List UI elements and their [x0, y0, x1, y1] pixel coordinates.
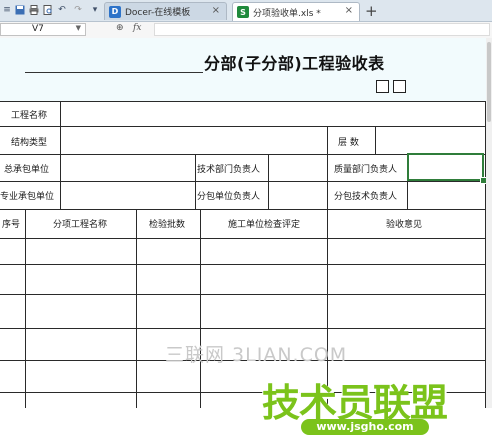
label-general-contractor: 总承包单位 — [4, 165, 50, 175]
fx-button[interactable]: fx — [133, 23, 141, 33]
formula-input[interactable] — [154, 23, 490, 36]
checkbox-1[interactable] — [376, 80, 389, 93]
col-header-contractor-eval: 施工单位检查评定 — [228, 220, 301, 230]
docer-icon: D — [109, 5, 121, 18]
checkbox-2[interactable] — [393, 80, 406, 93]
new-tab-button[interactable]: + — [365, 2, 378, 20]
undo-icon[interactable]: ↶ — [57, 3, 67, 17]
close-tab-icon[interactable]: × — [345, 5, 353, 16]
label-specialty-contractor: 专业承包单位 — [0, 192, 55, 202]
zoom-icon[interactable]: ⊕ — [116, 23, 124, 33]
formula-bar: V7 ▼ ⊕ fx — [0, 22, 492, 39]
grid-line — [0, 101, 486, 102]
project-name-underline — [25, 72, 203, 73]
close-tab-icon[interactable]: × — [212, 5, 220, 16]
tab-docer[interactable]: D Docer-在线模板 × — [104, 2, 227, 20]
save-icon[interactable] — [15, 3, 25, 17]
chevron-down-icon[interactable]: ▼ — [76, 24, 81, 32]
grid-line — [0, 209, 486, 210]
grid-line — [0, 294, 486, 295]
cell-reference: V7 — [32, 24, 44, 34]
label-quality-dept-head: 质量部门负责人 — [334, 165, 398, 175]
col-header-index: 序号 — [2, 220, 21, 230]
watermark-jsgho-url: www.jsgho.com — [301, 419, 429, 435]
col-header-acceptance-opinion: 验收意见 — [386, 220, 423, 230]
form-title: 分部(子分部)工程验收表 — [204, 54, 385, 73]
wps-logo-icon[interactable]: ≡ — [2, 3, 12, 17]
col-header-item-name: 分项工程名称 — [53, 220, 108, 230]
grid-line — [195, 154, 196, 210]
redo-icon[interactable]: ↷ — [73, 3, 83, 17]
label-sub-tech-head: 分包技术负责人 — [334, 192, 398, 202]
tab-spreadsheet-label: 分项验收单.xls * — [253, 8, 321, 19]
worksheet[interactable]: 分部(子分部)工程验收表 工程名称 结构类型 层 数 总承包单位 技术部门负责人… — [0, 38, 492, 435]
grid-line — [136, 209, 137, 408]
print-preview-icon[interactable] — [43, 3, 53, 17]
tab-docer-label: Docer-在线模板 — [125, 8, 191, 18]
grid-line — [0, 264, 486, 265]
watermark-3lian: 三联网 3LIAN.COM — [165, 344, 348, 366]
grid-line — [60, 101, 61, 209]
grid-line — [200, 209, 201, 408]
label-tech-dept-head: 技术部门负责人 — [197, 165, 261, 175]
tab-spreadsheet[interactable]: S 分项验收单.xls * × — [232, 2, 360, 21]
grid-line — [25, 209, 26, 408]
col-header-batch-count: 检验批数 — [149, 220, 186, 230]
grid-line — [0, 126, 486, 127]
grid-line — [268, 154, 269, 210]
grid-line — [0, 181, 486, 182]
label-structure-type: 结构类型 — [11, 138, 48, 148]
title-tab-bar: ≡ ↶ ↷ ▾ D Docer-在线模板 × S 分项验收单.xls * × + — [0, 0, 492, 22]
grid-line — [0, 328, 486, 329]
label-floors: 层 数 — [338, 138, 359, 148]
spreadsheet-icon: S — [237, 6, 249, 18]
label-project-name: 工程名称 — [11, 111, 48, 121]
active-cell-selection[interactable] — [407, 153, 484, 181]
grid-line — [375, 126, 376, 154]
vertical-scrollbar-thumb[interactable] — [487, 42, 491, 122]
label-sub-unit-head: 分包单位负责人 — [197, 192, 261, 202]
name-box[interactable]: V7 ▼ — [0, 23, 86, 36]
grid-line — [0, 238, 486, 239]
customize-dropdown-icon[interactable]: ▾ — [91, 3, 99, 17]
print-icon[interactable] — [29, 3, 39, 17]
